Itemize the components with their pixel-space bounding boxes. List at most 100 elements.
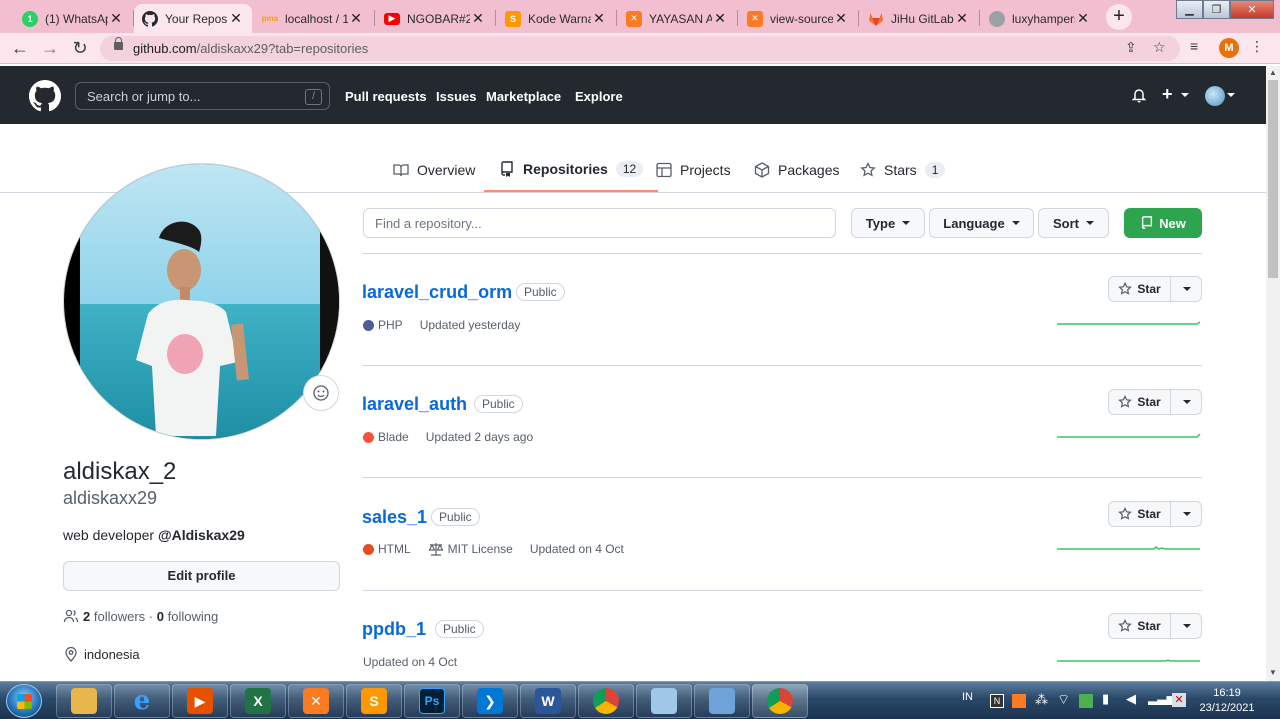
close-icon[interactable]: ✕ (108, 10, 124, 27)
github-logo-icon[interactable] (29, 80, 61, 115)
star-button[interactable]: Star (1108, 613, 1171, 639)
star-button[interactable]: Star (1108, 501, 1171, 527)
taskbar-app-chrome-active[interactable] (752, 684, 808, 718)
github-search-input[interactable]: Search or jump to... / (75, 82, 330, 110)
new-tab-button[interactable]: + (1106, 4, 1132, 30)
browser-tab[interactable]: luxyhampers ✕ (981, 4, 1099, 33)
find-repository-input[interactable]: Find a repository... (363, 208, 836, 238)
scroll-up-icon[interactable]: ▲ (1269, 68, 1277, 77)
following-link[interactable]: following (168, 609, 219, 624)
browser-tab[interactable]: ▶ NGOBAR#2 ✕ (376, 4, 494, 33)
close-icon[interactable]: ✕ (470, 10, 486, 27)
followers-link[interactable]: followers (94, 609, 145, 624)
network-tray-icon[interactable]: ⁂ (1035, 692, 1048, 719)
repo-name-link[interactable]: sales_1 (362, 507, 427, 528)
taskbar-app-window[interactable] (694, 684, 750, 718)
close-icon[interactable]: ✕ (954, 10, 970, 27)
star-list-dropdown[interactable] (1170, 276, 1202, 302)
set-status-button[interactable] (303, 375, 339, 411)
new-repository-button[interactable]: New (1124, 208, 1202, 238)
battery-icon[interactable]: ▮ (1102, 691, 1109, 719)
following-count[interactable]: 0 (157, 609, 164, 624)
taskbar-app-notepad[interactable] (636, 684, 692, 718)
taskbar-app-ie[interactable]: e (114, 684, 170, 718)
profile-avatar-photo[interactable] (63, 163, 340, 440)
nav-explore[interactable]: Explore (575, 89, 623, 104)
tab-projects[interactable]: Projects (656, 148, 731, 192)
volume-icon[interactable]: ◀ (1126, 691, 1136, 719)
bell-icon[interactable] (1131, 87, 1147, 106)
browser-tab-active[interactable]: Your Repositories ✕ (134, 4, 252, 33)
close-icon[interactable]: ✕ (348, 10, 364, 27)
system-clock[interactable]: 16:19 23/12/2021 (1196, 686, 1258, 716)
scroll-down-icon[interactable]: ▼ (1269, 668, 1277, 677)
input-language-indicator[interactable]: IN (962, 691, 973, 719)
plus-icon[interactable]: + (1162, 84, 1173, 105)
nav-marketplace[interactable]: Marketplace (486, 89, 561, 104)
sort-filter-button[interactable]: Sort (1038, 208, 1109, 238)
taskbar-app-photoshop[interactable]: Ps (404, 684, 460, 718)
taskbar-app-excel[interactable]: X (230, 684, 286, 718)
star-list-dropdown[interactable] (1170, 389, 1202, 415)
action-center-icon[interactable]: ✕ (1172, 693, 1186, 707)
close-icon[interactable]: ✕ (1075, 10, 1091, 27)
reading-list-icon[interactable]: ≡ (1190, 38, 1198, 54)
back-button[interactable]: ← (9, 38, 31, 58)
taskbar-app-word[interactable]: W (520, 684, 576, 718)
browser-tab[interactable]: 1 (1) WhatsApp ✕ (14, 4, 132, 33)
repo-name-link[interactable]: ppdb_1 (362, 619, 426, 640)
tab-overview[interactable]: Overview (393, 148, 475, 192)
taskbar-app-explorer[interactable] (56, 684, 112, 718)
nav-issues[interactable]: Issues (436, 89, 476, 104)
browser-tab[interactable]: JiHu GitLab ✕ (860, 4, 978, 33)
reload-button[interactable]: ↻ (69, 38, 91, 58)
user-avatar[interactable] (1205, 86, 1225, 106)
star-button[interactable]: Star (1108, 389, 1171, 415)
forward-button[interactable]: → (39, 38, 61, 58)
bookmark-star-icon[interactable]: ☆ (1153, 39, 1166, 56)
close-icon[interactable]: ✕ (833, 10, 849, 27)
menu-icon[interactable]: ⋮ (1250, 38, 1264, 55)
xampp-tray-icon[interactable] (1012, 694, 1026, 708)
repo-name-link[interactable]: laravel_crud_orm (362, 282, 512, 303)
bio-mention-link[interactable]: @Aldiskax29 (158, 527, 245, 543)
tab-stars[interactable]: Stars 1 (860, 148, 946, 192)
browser-tab[interactable]: pma localhost / 127.0.0.1 ✕ (254, 4, 372, 33)
security-tray-icon[interactable] (1079, 694, 1093, 708)
chevron-down-icon[interactable] (1181, 93, 1189, 97)
minimize-button[interactable]: ▁ (1176, 0, 1203, 19)
tab-repositories[interactable]: Repositories 12 (484, 148, 659, 192)
wifi-icon[interactable]: ⌔ (1057, 691, 1070, 719)
followers-count[interactable]: 2 (83, 609, 90, 624)
taskbar-app-xampp[interactable]: ✕ (288, 684, 344, 718)
taskbar-app-sublime[interactable]: S (346, 684, 402, 718)
star-list-dropdown[interactable] (1170, 501, 1202, 527)
taskbar-app-vscode[interactable]: ❯ (462, 684, 518, 718)
page-scrollbar[interactable]: ▲ ▼ (1266, 66, 1280, 681)
type-filter-button[interactable]: Type (851, 208, 925, 238)
onenote-tray-icon[interactable]: N (990, 694, 1004, 708)
tab-packages[interactable]: Packages (754, 148, 839, 192)
scrollbar-thumb[interactable] (1268, 80, 1278, 278)
language-filter-button[interactable]: Language (929, 208, 1034, 238)
star-list-dropdown[interactable] (1170, 613, 1202, 639)
close-window-button[interactable]: ✕ (1230, 0, 1274, 19)
chevron-down-icon[interactable] (1227, 93, 1235, 97)
edit-profile-button[interactable]: Edit profile (63, 561, 340, 591)
close-icon[interactable]: ✕ (591, 10, 607, 27)
address-bar[interactable]: github.com/aldiskaxx29?tab=repositories … (100, 36, 1180, 61)
taskbar-app-media-player[interactable]: ▶ (172, 684, 228, 718)
maximize-button[interactable]: ❐ (1203, 0, 1230, 19)
taskbar-app-chrome[interactable] (578, 684, 634, 718)
nav-pull-requests[interactable]: Pull requests (345, 89, 427, 104)
close-icon[interactable]: ✕ (712, 10, 728, 27)
browser-tab[interactable]: S Kode Warna ✕ (497, 4, 615, 33)
close-icon[interactable]: ✕ (228, 10, 244, 27)
star-button[interactable]: Star (1108, 276, 1171, 302)
profile-avatar[interactable]: M (1219, 38, 1239, 58)
browser-tab[interactable]: ✕ view-source: ✕ (739, 4, 857, 33)
start-button[interactable] (6, 684, 42, 718)
browser-tab[interactable]: ✕ YAYASAN AL ✕ (618, 4, 736, 33)
repo-name-link[interactable]: laravel_auth (362, 394, 467, 415)
share-icon[interactable]: ⇪ (1125, 39, 1137, 56)
